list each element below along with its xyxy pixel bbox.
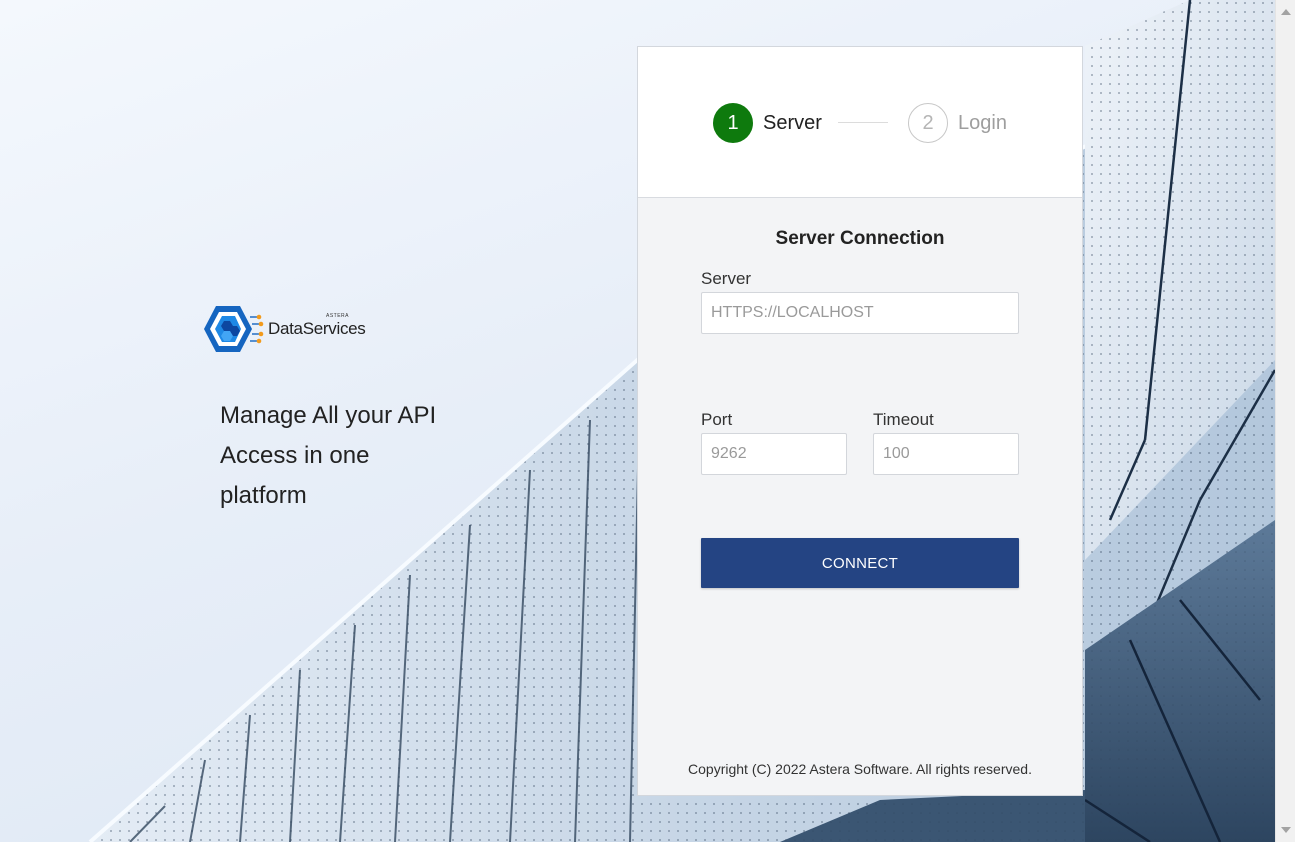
login-card: 1 Server 2 Login Server Connection Serve… — [637, 46, 1083, 796]
step-label: Login — [958, 111, 1007, 134]
scroll-down-arrow-icon[interactable] — [1281, 827, 1291, 833]
brand-small-text: ASTERA — [326, 313, 350, 319]
step-login: 2 Login — [908, 103, 1007, 143]
timeout-input[interactable] — [873, 433, 1019, 475]
vertical-scrollbar[interactable] — [1275, 0, 1295, 842]
step-connector — [838, 122, 888, 123]
stepper: 1 Server 2 Login — [638, 47, 1082, 198]
form-title: Server Connection — [775, 228, 945, 249]
connect-button[interactable]: CONNECT — [701, 538, 1019, 588]
step-number-badge: 2 — [908, 103, 948, 143]
tagline: Manage All your API Access in one platfo… — [220, 402, 437, 509]
brand-logo: ASTERA DataServices — [202, 304, 366, 354]
step-number-badge: 1 — [713, 103, 753, 143]
step-server: 1 Server — [713, 103, 822, 143]
brand-name: ASTERA DataServices — [268, 313, 366, 339]
server-input[interactable] — [701, 292, 1019, 334]
brand-main-text: DataServices — [268, 319, 366, 338]
port-input[interactable] — [701, 433, 847, 475]
server-label: Server — [701, 269, 752, 288]
timeout-label: Timeout — [873, 410, 934, 429]
port-label: Port — [701, 410, 733, 429]
scroll-up-arrow-icon[interactable] — [1281, 9, 1291, 15]
step-label: Server — [763, 111, 822, 134]
hexagon-logo-icon — [204, 306, 264, 352]
copyright-text: Copyright (C) 2022 Astera Software. All … — [688, 761, 1032, 777]
